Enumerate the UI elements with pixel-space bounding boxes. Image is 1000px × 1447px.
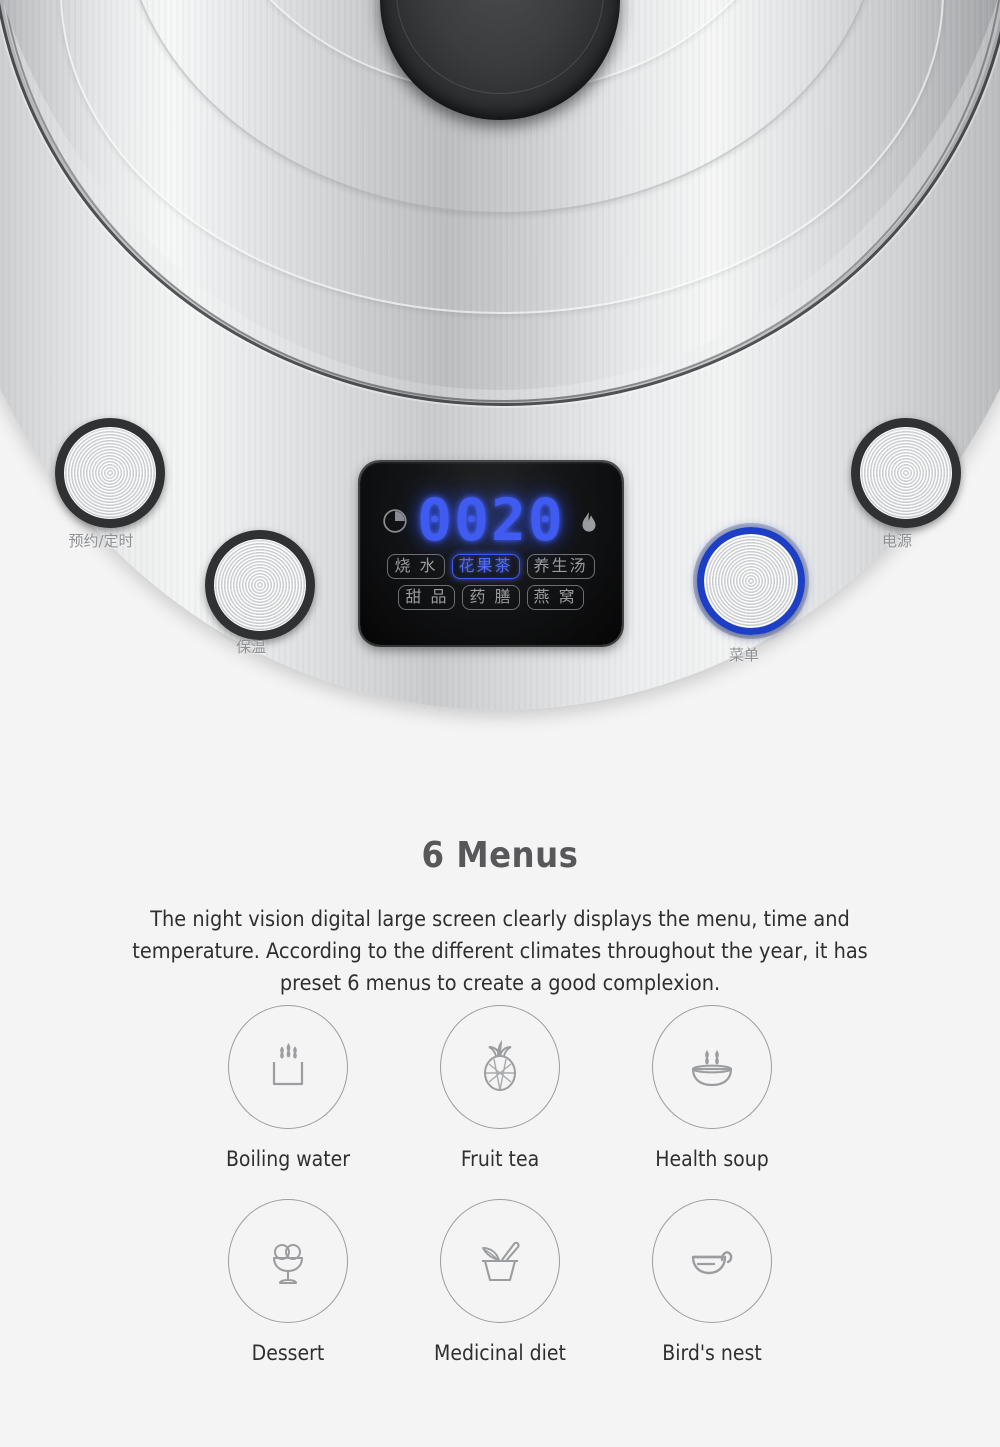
icon-circle bbox=[440, 1199, 560, 1323]
chip-dessert[interactable]: 甜 品 bbox=[398, 585, 456, 610]
copy-block: 6 Menus The night vision digital large s… bbox=[0, 760, 1000, 999]
steaming-cup-icon bbox=[272, 1043, 304, 1086]
menu-item-label: Dessert bbox=[251, 1341, 325, 1365]
menu-item-label: Bird's nest bbox=[662, 1341, 762, 1365]
steaming-bowl-icon bbox=[691, 1050, 733, 1087]
button-keep-warm-label: 保温 bbox=[235, 638, 266, 656]
chip-boiling-water[interactable]: 烧 水 bbox=[387, 554, 445, 579]
button-timer-label: 预约/定时 bbox=[68, 532, 134, 550]
menu-item-fruit-tea[interactable]: Fruit tea bbox=[394, 1005, 606, 1171]
menu-item-medicinal-diet[interactable]: Medicinal diet bbox=[394, 1199, 606, 1365]
button-timer[interactable] bbox=[55, 418, 165, 528]
menu-item-label: Boiling water bbox=[225, 1147, 351, 1171]
pineapple-icon bbox=[484, 1039, 516, 1091]
menu-item-boiling-water[interactable]: Boiling water bbox=[182, 1005, 394, 1171]
product-photo: 预约/定时 保温 菜单 电源 0020 烧 水 花果茶 养生汤 甜 品 药 膳 … bbox=[0, 0, 1000, 760]
menu-item-health-soup[interactable]: Health soup bbox=[606, 1005, 818, 1171]
menu-icon-row-2: Dessert Medicinal diet Bird's nest bbox=[0, 1199, 1000, 1365]
icon-circle bbox=[652, 1199, 772, 1323]
chip-health-soup[interactable]: 养生汤 bbox=[526, 554, 595, 579]
chip-medicinal-diet[interactable]: 药 膳 bbox=[462, 585, 520, 610]
chip-row-1: 烧 水 花果茶 养生汤 bbox=[360, 554, 622, 579]
menu-item-label: Fruit tea bbox=[460, 1147, 540, 1171]
description-paragraph: The night vision digital large screen cl… bbox=[132, 907, 868, 996]
lcd-digits: 0020 bbox=[417, 486, 565, 554]
icon-circle bbox=[228, 1199, 348, 1323]
mortar-pestle-icon bbox=[482, 1241, 520, 1282]
icon-circle bbox=[228, 1005, 348, 1129]
menu-item-label: Medicinal diet bbox=[434, 1341, 566, 1365]
button-menu-label: 菜单 bbox=[728, 646, 759, 664]
button-keep-warm[interactable] bbox=[205, 530, 315, 640]
menu-icon-row-1: Boiling water Fruit tea Health soup bbox=[0, 1005, 1000, 1171]
button-menu[interactable] bbox=[697, 527, 805, 635]
lcd-menu-chips: 烧 水 花果茶 养生汤 甜 品 药 膳 燕 窝 bbox=[360, 554, 622, 616]
menu-item-dessert[interactable]: Dessert bbox=[182, 1199, 394, 1365]
chip-birds-nest[interactable]: 燕 窝 bbox=[526, 585, 584, 610]
ladle-nest-icon bbox=[691, 1251, 733, 1275]
icon-circle bbox=[440, 1005, 560, 1129]
menu-icon-grid: Boiling water Fruit tea Health soup Dess… bbox=[0, 1005, 1000, 1375]
ice-cream-goblet-icon bbox=[272, 1244, 304, 1285]
chip-fruit-tea[interactable]: 花果茶 bbox=[451, 554, 520, 579]
menu-item-label: Health soup bbox=[655, 1147, 769, 1171]
page-title: 6 Menus bbox=[421, 835, 579, 876]
chip-row-2: 甜 品 药 膳 燕 窝 bbox=[360, 585, 622, 610]
button-power[interactable] bbox=[851, 418, 961, 528]
icon-circle bbox=[652, 1005, 772, 1129]
button-power-label: 电源 bbox=[881, 532, 912, 550]
lcd-display[interactable]: 0020 烧 水 花果茶 养生汤 甜 品 药 膳 燕 窝 bbox=[360, 462, 622, 645]
menu-item-birds-nest[interactable]: Bird's nest bbox=[606, 1199, 818, 1365]
